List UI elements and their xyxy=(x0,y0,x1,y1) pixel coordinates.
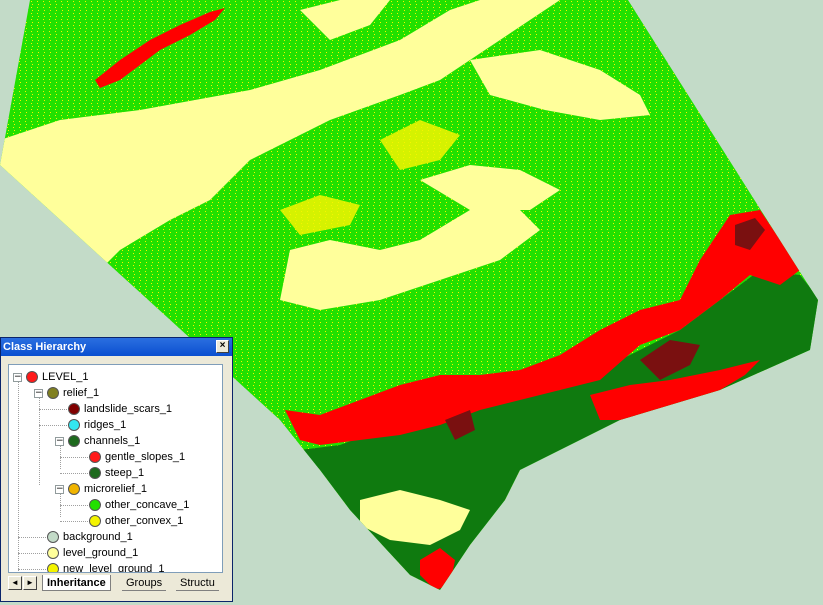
tree-connector xyxy=(18,553,46,554)
class-color-icon xyxy=(47,531,59,543)
tree-connector xyxy=(60,457,88,458)
class-color-icon xyxy=(47,387,59,399)
tree-connector xyxy=(39,409,67,410)
tree-item-label: other_convex_1 xyxy=(105,515,184,527)
tree-item-steep-1[interactable]: steep_1 xyxy=(89,465,144,481)
tree-connector xyxy=(60,521,88,522)
tree-connector xyxy=(39,393,40,485)
tree-item-label: landslide_scars_1 xyxy=(84,403,173,415)
tree-item-label: steep_1 xyxy=(105,467,145,479)
class-color-icon xyxy=(89,515,101,527)
tree-connector xyxy=(39,425,67,426)
tab-strip: ◄ ► Inheritance Groups Structu xyxy=(8,575,223,592)
tree-item-label: microrelief_1 xyxy=(84,483,147,495)
class-color-icon xyxy=(68,483,80,495)
class-color-icon xyxy=(26,371,38,383)
tree-item-label: gentle_slopes_1 xyxy=(105,451,186,463)
tree-connector xyxy=(18,569,46,570)
class-color-icon xyxy=(68,403,80,415)
window-title: Class Hierarchy xyxy=(3,341,87,353)
tree-item-label: LEVEL_1 xyxy=(42,371,89,383)
tree-item-landslide-scars-1[interactable]: landslide_scars_1 xyxy=(68,401,172,417)
tree-item-label: ridges_1 xyxy=(84,419,127,431)
class-color-icon xyxy=(89,467,101,479)
tree-item-label: channels_1 xyxy=(84,435,141,447)
tree-connector xyxy=(18,377,19,572)
tree-item-label: new_level_ground_1 xyxy=(63,563,165,573)
scroll-right-button[interactable]: ► xyxy=(23,576,37,590)
collapse-icon[interactable]: − xyxy=(13,372,22,382)
class-color-icon xyxy=(47,563,59,572)
collapse-icon[interactable]: − xyxy=(34,388,43,398)
collapse-icon[interactable]: − xyxy=(55,436,64,446)
tree-item-other-concave-1[interactable]: other_concave_1 xyxy=(89,497,189,513)
tree-item-level-ground-1[interactable]: level_ground_1 xyxy=(47,545,138,561)
tree-item-microrelief-1[interactable]: − microrelief_1 xyxy=(55,481,147,497)
tree-item-new-level-ground-1[interactable]: new_level_ground_1 xyxy=(47,561,165,573)
tree-item-relief-1[interactable]: − relief_1 xyxy=(34,385,99,401)
tree-item-label: level_ground_1 xyxy=(63,547,139,559)
tab-structure[interactable]: Structu xyxy=(176,575,219,591)
class-color-icon xyxy=(47,547,59,559)
tree-connector xyxy=(60,505,88,506)
window-titlebar[interactable]: Class Hierarchy × xyxy=(1,338,232,356)
tree-item-other-convex-1[interactable]: other_convex_1 xyxy=(89,513,183,529)
tree-item-label: relief_1 xyxy=(63,387,100,399)
class-color-icon xyxy=(89,451,101,463)
tree-item-background-1[interactable]: background_1 xyxy=(47,529,133,545)
tree-item-label: other_concave_1 xyxy=(105,499,190,511)
class-color-icon xyxy=(68,419,80,431)
collapse-icon[interactable]: − xyxy=(55,484,64,494)
tree-connector xyxy=(18,537,46,538)
tree-item-channels-1[interactable]: − channels_1 xyxy=(55,433,140,449)
tree-item-label: background_1 xyxy=(63,531,133,543)
tree-item-level-1[interactable]: − LEVEL_1 xyxy=(13,369,88,385)
class-color-icon xyxy=(68,435,80,447)
class-tree[interactable]: − LEVEL_1 − relief_1 landslide_scars_1 r… xyxy=(8,364,223,573)
close-button[interactable]: × xyxy=(216,340,229,353)
tree-connector xyxy=(60,473,88,474)
tab-groups[interactable]: Groups xyxy=(122,575,167,591)
tab-inheritance[interactable]: Inheritance xyxy=(42,575,111,591)
class-hierarchy-window: Class Hierarchy × − LEVEL_1 − relief_1 l… xyxy=(0,337,233,602)
scroll-left-button[interactable]: ◄ xyxy=(8,576,22,590)
tree-item-gentle-slopes-1[interactable]: gentle_slopes_1 xyxy=(89,449,185,465)
tree-item-ridges-1[interactable]: ridges_1 xyxy=(68,417,126,433)
class-color-icon xyxy=(89,499,101,511)
